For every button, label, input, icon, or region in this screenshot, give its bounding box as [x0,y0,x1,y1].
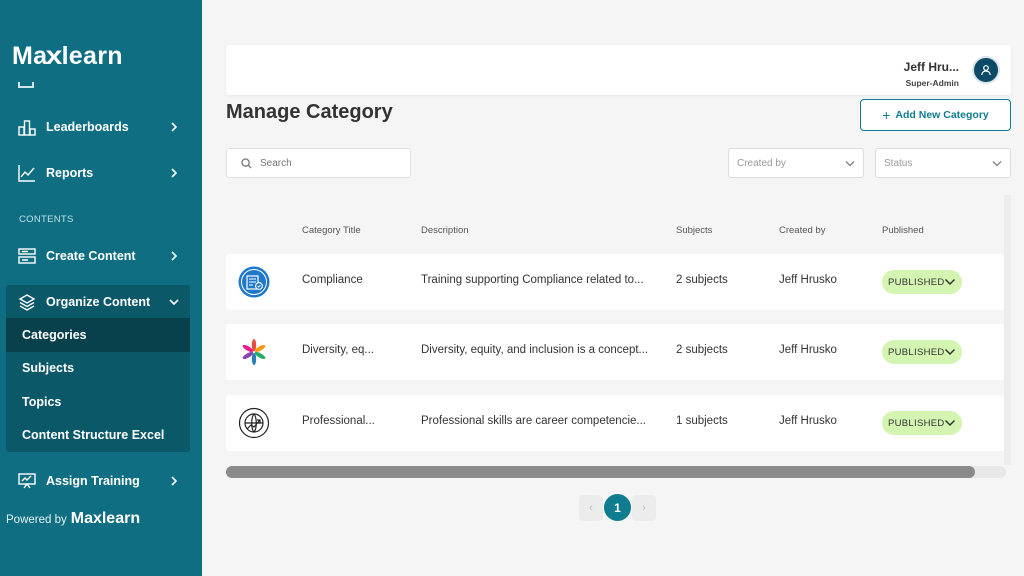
column-header-created-by[interactable]: Created by [779,225,825,236]
pagination: ‹ 1 › [579,494,656,521]
chevron-down-icon [164,298,184,306]
top-bar: Jeff Hru... Super-Admin [226,45,1011,95]
status-badge-label: PUBLISHED [888,346,945,358]
avatar[interactable] [974,58,998,82]
chevron-right-icon [164,122,184,132]
add-new-category-button[interactable]: + Add New Category [860,99,1011,131]
next-page-button[interactable]: › [632,494,656,521]
sidebar-item-label: Create Content [46,249,136,263]
sidebar-subitem-subjects[interactable]: Subjects [6,351,190,385]
chevron-down-icon [992,160,1002,166]
page-1-button[interactable]: 1 [604,494,631,521]
column-header-category-title[interactable]: Category Title [302,225,361,236]
sidebar: Maxlearn Leaderboards Reports CONTENTS C… [0,0,202,576]
chevron-right-icon [164,251,184,261]
assign-training-icon [17,471,37,491]
reports-icon [17,163,37,183]
table-row[interactable]: Compliance Training supporting Complianc… [226,254,1004,310]
sidebar-subitem-categories[interactable]: Categories [6,318,190,352]
contents-section-label: CONTENTS [19,214,74,225]
layers-icon [17,292,37,312]
powered-by-logo: Maxlearn [70,510,141,527]
chevron-down-icon [944,345,956,359]
professional-skills-icon [238,407,270,439]
sidebar-subitem-topics[interactable]: Topics [6,385,190,419]
category-created-by: Jeff Hrusko [779,274,837,286]
sidebar-subitem-content-structure-excel[interactable]: Content Structure Excel [6,418,190,452]
chevron-down-icon [944,416,956,430]
status-badge[interactable]: PUBLISHED [882,411,962,435]
table-row[interactable]: Diversity, eq... Diversity, equity, and … [226,324,1004,380]
category-subjects: 2 subjects [676,274,728,286]
leaderboard-icon [17,117,37,137]
category-description: Training supporting Compliance related t… [421,274,644,286]
dashboard-icon[interactable] [18,82,34,88]
sidebar-item-label: Leaderboards [46,120,129,134]
organize-content-group: Organize Content Categories Subjects Top… [6,285,190,452]
category-title: Compliance [302,274,363,286]
search-input[interactable] [260,157,400,169]
sidebar-item-assign-training[interactable]: Assign Training [8,463,190,499]
chevron-down-icon [944,275,956,289]
status-badge-label: PUBLISHED [888,417,945,429]
sidebar-item-label: Organize Content [46,294,151,309]
search-icon [241,157,252,169]
vertical-scrollbar[interactable] [1004,195,1011,465]
category-created-by: Jeff Hrusko [779,415,837,427]
created-by-placeholder: Created by [737,157,786,169]
user-name: Jeff Hru... [903,60,959,74]
powered-by-text: Powered by [6,514,67,526]
table-row[interactable]: Professional... Professional skills are … [226,395,1004,451]
compliance-icon [238,266,270,298]
plus-icon: + [882,107,891,123]
category-subjects: 1 subjects [676,415,728,427]
column-header-description[interactable]: Description [421,225,469,236]
category-description: Professional skills are career competenc… [421,415,646,427]
maxlearn-logo[interactable]: Maxlearn [12,42,123,71]
sidebar-item-organize-content[interactable]: Organize Content [6,285,190,318]
status-badge[interactable]: PUBLISHED [882,270,962,294]
powered-by: Powered by Maxlearn [6,510,140,528]
column-header-published[interactable]: Published [882,225,924,236]
search-box [226,148,411,178]
diversity-icon [238,336,270,368]
created-by-select[interactable]: Created by [728,148,864,178]
prev-page-button[interactable]: ‹ [579,494,603,521]
category-created-by: Jeff Hrusko [779,344,837,356]
chevron-right-icon [164,476,184,486]
category-title: Professional... [302,415,375,427]
status-badge[interactable]: PUBLISHED [882,340,962,364]
sidebar-item-create-content[interactable]: Create Content [8,238,190,274]
category-title: Diversity, eq... [302,344,374,356]
user-role: Super-Admin [905,78,959,88]
user-icon [981,65,991,76]
create-content-icon [17,246,37,266]
category-description: Diversity, equity, and inclusion is a co… [421,344,649,356]
category-subjects: 2 subjects [676,344,728,356]
chevron-down-icon [845,160,855,166]
status-badge-label: PUBLISHED [888,276,945,288]
sidebar-item-reports[interactable]: Reports [8,155,190,191]
page-title: Manage Category [226,101,393,123]
sidebar-item-leaderboards[interactable]: Leaderboards [8,109,190,145]
status-select[interactable]: Status [875,148,1011,178]
status-placeholder: Status [884,157,913,169]
horizontal-scrollbar-thumb[interactable] [226,466,975,478]
column-header-subjects[interactable]: Subjects [676,225,712,236]
add-new-category-label: Add New Category [895,109,989,121]
sidebar-item-label: Assign Training [46,474,140,488]
sidebar-item-label: Reports [46,166,94,180]
chevron-right-icon [164,168,184,178]
